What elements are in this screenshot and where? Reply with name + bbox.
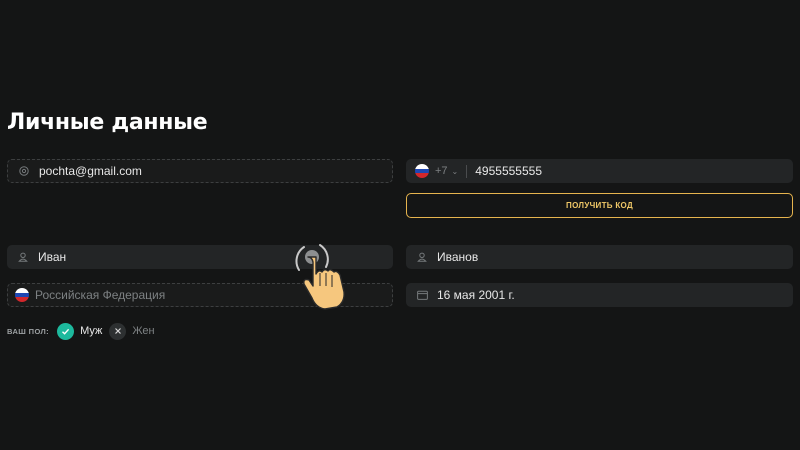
chevron-down-icon[interactable]: ⌄ <box>452 167 459 176</box>
email-field[interactable]: pochta@gmail.com <box>7 159 393 183</box>
phone-value: 4955555555 <box>475 164 542 178</box>
divider <box>466 164 468 178</box>
at-icon <box>17 166 31 176</box>
check-icon[interactable] <box>57 322 75 340</box>
email-value: pochta@gmail.com <box>39 164 142 178</box>
user-icon <box>16 252 30 262</box>
gender-selector: ВАШ ПОЛ: Муж Жен <box>7 322 162 340</box>
close-icon[interactable] <box>109 322 127 340</box>
last-name-value: Иванов <box>437 250 479 264</box>
gender-option-label: Муж <box>80 325 103 337</box>
page-title: Личные данные <box>7 110 208 135</box>
gender-option-male[interactable]: Муж <box>57 322 103 340</box>
last-name-field[interactable]: Иванов <box>406 245 793 269</box>
phone-field[interactable]: +7 ⌄ 4955555555 <box>406 159 793 183</box>
birthdate-value: 16 мая 2001 г. <box>437 288 515 302</box>
hand-pointer-icon <box>295 244 345 310</box>
gender-option-label: Жен <box>132 325 155 337</box>
gender-option-female[interactable]: Жен <box>109 322 155 340</box>
russia-flag-icon <box>15 288 29 302</box>
gender-label: ВАШ ПОЛ: <box>7 326 50 336</box>
get-code-button[interactable]: ПОЛУЧИТЬ КОД <box>406 193 793 218</box>
user-icon <box>415 252 429 262</box>
calendar-icon <box>415 290 429 300</box>
birthdate-field[interactable]: 16 мая 2001 г. <box>406 283 793 307</box>
first-name-value: Иван <box>38 250 67 264</box>
country-placeholder: Российская Федерация <box>35 288 166 302</box>
country-code[interactable]: +7 <box>435 165 448 177</box>
russia-flag-icon <box>415 164 429 178</box>
